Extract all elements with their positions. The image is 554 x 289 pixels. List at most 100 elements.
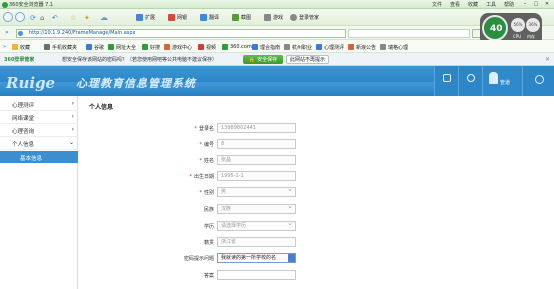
header-button-2[interactable]	[458, 66, 482, 96]
google-icon	[86, 44, 92, 50]
sidebar-item-counseling[interactable]: 心理咨询 ›	[0, 124, 78, 137]
browser-titlebar: 360安全浏览器 7.1 文件 查看 收藏 工具 帮助 – □ ✕	[0, 0, 554, 9]
close-icon[interactable]: ✕	[542, 1, 552, 8]
user-menu[interactable]: 管道	[482, 66, 522, 96]
sidebar-subitem-basic-info[interactable]: 基本信息	[0, 151, 78, 163]
minimize-icon[interactable]: –	[520, 1, 530, 8]
cpu-label: CPU	[513, 34, 522, 39]
star-icon	[12, 44, 18, 50]
home-icon[interactable]: ⌂	[40, 13, 44, 22]
menu-view[interactable]: 查看	[450, 1, 460, 8]
fav-ruige[interactable]: 瑞格心理	[380, 43, 408, 51]
chevron-right-icon: ›	[71, 100, 74, 107]
nav-arrow-icon[interactable]: »	[5, 29, 9, 36]
bank-icon	[168, 14, 175, 21]
never-prompt-button[interactable]: 此网站不再提示	[286, 55, 329, 64]
sina-icon	[348, 44, 354, 50]
fav-sina[interactable]: 新浪公告	[348, 43, 376, 51]
sidebar-item-online-class[interactable]: 网络课堂 ›	[0, 111, 78, 124]
ethnicity-select[interactable]: 汉族	[217, 202, 296, 214]
toolbar-login-manager[interactable]: 登录管家	[290, 13, 319, 22]
fav-google[interactable]: 谷歌	[86, 43, 104, 51]
forward-icon[interactable]	[15, 12, 25, 22]
fav-search[interactable]: 好搜	[142, 43, 160, 51]
translate-icon	[200, 14, 207, 21]
fav-360[interactable]: 360.com	[222, 43, 252, 51]
page-icon	[316, 44, 322, 50]
form-row-hometown: 籍贯 浙江省	[78, 236, 378, 248]
menu-favorites[interactable]: 收藏	[468, 1, 478, 8]
favorites-bar: » 收藏 手机收藏夹 谷歌 网址大全 好搜 游戏中心 视频 360.com 理合…	[0, 40, 554, 53]
number-field[interactable]: 8	[217, 139, 296, 149]
security-question-select[interactable]: 我就读的第一所学校的名	[217, 253, 296, 263]
game-center-icon	[164, 44, 170, 50]
fav-guide[interactable]: 理合指南	[252, 43, 280, 51]
answer-field[interactable]	[217, 270, 296, 280]
sites-icon	[108, 44, 114, 50]
fav-psych-test[interactable]: 心理测评	[316, 43, 344, 51]
star-icon[interactable]: ☆	[70, 13, 76, 22]
fav-mobile[interactable]: 手机收藏夹	[44, 43, 77, 51]
toolbar-game[interactable]: 游戏	[264, 13, 283, 22]
menu-file[interactable]: 文件	[432, 1, 442, 8]
user-name: 管道	[500, 80, 511, 86]
power-icon	[535, 75, 544, 84]
fav-star[interactable]: 收藏	[12, 43, 30, 51]
undo-icon[interactable]: ↶	[52, 13, 58, 22]
fav-hangzhou[interactable]: 杭州职业	[284, 43, 312, 51]
back-icon[interactable]	[3, 12, 13, 22]
logout-button[interactable]	[522, 66, 554, 96]
system-name: 心理教育信息管理系统	[76, 77, 196, 90]
name-field[interactable]: 张晶	[217, 155, 296, 165]
page-icon	[380, 44, 386, 50]
search-icon	[142, 44, 148, 50]
cloud-icon[interactable]: ☁	[100, 13, 108, 22]
browser-menu: 文件 查看 收藏 工具 帮助	[432, 1, 514, 8]
toolbar-screenshot[interactable]: 截图	[232, 13, 251, 22]
fav-sites[interactable]: 网址大全	[108, 43, 136, 51]
form-row-login: * 登录名 13989802441	[78, 122, 378, 134]
chevron-right-icon: ›	[71, 113, 74, 120]
app-logo: Ruige	[6, 74, 56, 92]
lock-icon: 🔒	[248, 56, 256, 63]
fav-game-center[interactable]: 游戏中心	[164, 43, 192, 51]
required-mark: *	[199, 158, 202, 164]
window-controls: – □ ✕	[520, 1, 552, 8]
globe-icon	[18, 31, 23, 36]
menu-help[interactable]: 帮助	[504, 1, 514, 8]
safe-save-button[interactable]: 🔒 安全保存	[243, 55, 283, 64]
sidebar-item-assessment[interactable]: 心理测评 ›	[0, 98, 78, 111]
toolbar-bank[interactable]: 网银	[168, 13, 187, 22]
save-prompt-text: 想安全保存该网站的密码吗？（若您使用网吧等公共电脑不建议保存）	[62, 57, 218, 63]
chevron-down-icon: ⌄	[68, 139, 74, 146]
form-row-birthdate: * 出生日期 1995-1-1	[78, 170, 378, 182]
required-mark: *	[189, 174, 192, 180]
memory-ring: 36%	[526, 18, 540, 32]
bookmark-icon[interactable]: ✦	[84, 13, 90, 22]
toolbar-translate[interactable]: 翻译	[200, 13, 219, 22]
toolbar-extension[interactable]: 扩展	[136, 13, 155, 22]
login-manager-brand: 360登录管家	[4, 57, 35, 63]
menu-tools[interactable]: 工具	[486, 1, 496, 8]
fav-video[interactable]: 视频	[198, 43, 216, 51]
education-select[interactable]: 请选择学历	[217, 219, 296, 231]
login-name-field[interactable]: 13989802441	[217, 123, 296, 133]
refresh-icon[interactable]: ⟳	[30, 13, 36, 22]
birthdate-field[interactable]: 1995-1-1	[217, 171, 296, 181]
favorites-expand-icon[interactable]: »	[3, 43, 6, 51]
main-content: 个人信息 * 登录名 13989802441 * 编号 8 * 姓名 张晶 * 出生日期…	[78, 96, 554, 289]
phone-icon	[44, 44, 50, 50]
search-box[interactable]	[348, 29, 470, 38]
header-button-1[interactable]	[434, 66, 458, 96]
hometown-field[interactable]: 浙江省	[217, 237, 296, 247]
sidebar-item-personal-info[interactable]: 个人信息 ⌄	[0, 137, 78, 150]
page-icon	[284, 44, 290, 50]
maximize-icon[interactable]: □	[531, 1, 541, 8]
browser-title: 360安全浏览器 7.1	[9, 2, 54, 8]
url-input[interactable]: http://10.1.9.240/FrameManage/Main.aspx	[16, 29, 346, 38]
gender-select[interactable]: 男	[217, 185, 296, 197]
grid-icon	[443, 74, 451, 82]
required-mark: *	[199, 142, 202, 148]
game-icon	[264, 14, 271, 21]
close-icon[interactable]: ✕	[545, 56, 550, 63]
